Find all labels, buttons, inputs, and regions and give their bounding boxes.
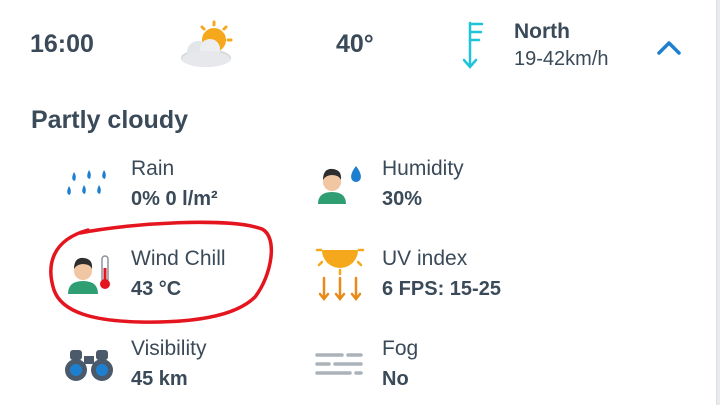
partly-cloudy-icon [176,20,236,70]
visibility-value: 45 km [131,368,188,390]
chevron-up-icon [657,41,681,55]
visibility-label: Visibility [131,337,207,360]
wind-chill-icon [64,250,116,296]
wind-direction: North [514,20,570,43]
binoculars-icon [64,348,114,382]
humidity-value: 30% [382,188,423,210]
collapse-button[interactable] [654,34,684,60]
humidity-icon [314,162,366,206]
fog-label: Fog [382,337,419,360]
humidity-label: Humidity [382,157,464,180]
detail-uv-index: UV index 6 FPS: 15-25 [312,240,552,310]
fog-value: No [382,368,409,390]
detail-rain: Rain 0% 0 l/m² [62,150,292,220]
detail-wind-chill: Wind Chill 43 °C [62,240,292,310]
detail-fog: Fog No [312,330,542,400]
rain-label: Rain [131,157,175,180]
wind-arrow-icon [456,20,486,72]
wind-speed: 19-42km/h [514,48,609,70]
wind-chill-label: Wind Chill [131,247,226,270]
hourly-forecast-card[interactable]: 16:00 40° North 19-42km/h Partly cloudy … [0,0,717,405]
uv-index-label: UV index [382,247,468,270]
uv-sun-icon [314,242,366,302]
rain-value: 0% 0 l/m² [131,188,218,210]
forecast-time: 16:00 [30,30,94,58]
detail-visibility: Visibility 45 km [62,330,292,400]
detail-humidity: Humidity 30% [312,150,542,220]
temperature: 40° [336,30,374,58]
uv-index-value: 6 FPS: 15-25 [382,278,501,300]
rain-icon [64,168,112,204]
wind-chill-value: 43 °C [131,278,182,300]
fog-icon [314,352,364,378]
condition-summary: Partly cloudy [31,106,188,134]
